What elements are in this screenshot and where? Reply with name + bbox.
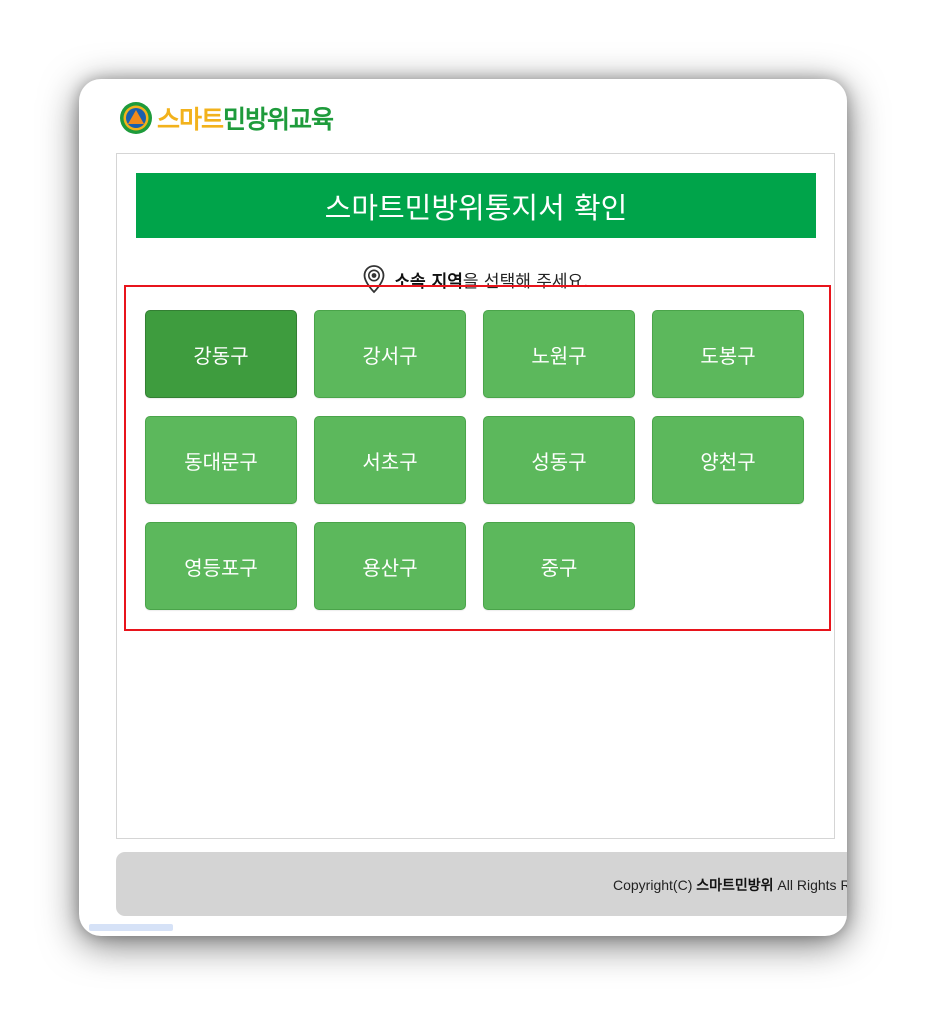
logo-text-part2: 민방위교육 <box>223 105 334 134</box>
district-button-yongsan[interactable]: 용산구 <box>314 522 466 610</box>
district-button-nowon[interactable]: 노원구 <box>483 310 635 398</box>
main-panel: 스마트민방위통지서 확인 소속 지역 을 선택해 주세요. 강동구 강서구 노원구… <box>116 153 835 839</box>
site-logo[interactable]: 스마트민방위교육 <box>119 99 334 137</box>
logo-text-part1: 스마트 <box>157 105 224 134</box>
district-button-yeongdeungpo[interactable]: 영등포구 <box>145 522 297 610</box>
footer: Copyright(C) 스마트민방위 All Rights Reserved. <box>116 852 847 916</box>
district-grid: 강동구 강서구 노원구 도봉구 동대문구 서초구 성동구 양천구 영등포구 용산… <box>145 310 807 610</box>
district-button-dobong[interactable]: 도봉구 <box>652 310 804 398</box>
district-button-gangseo[interactable]: 강서구 <box>314 310 466 398</box>
page-title: 스마트민방위통지서 확인 <box>324 190 628 225</box>
horizontal-scrollbar-thumb[interactable] <box>89 924 173 931</box>
copyright-text: Copyright(C) 스마트민방위 All Rights Reserved. <box>613 875 847 895</box>
map-pin-icon <box>364 265 385 294</box>
app-window: 스마트민방위교육 스마트민방위통지서 확인 소속 지역 을 선택해 주세요. 강동… <box>79 79 847 936</box>
district-button-yangcheon[interactable]: 양천구 <box>652 416 804 504</box>
civil-defense-emblem-icon <box>120 102 152 134</box>
district-button-junggu[interactable]: 중구 <box>483 522 635 610</box>
prompt-text: 을 선택해 주세요. <box>462 271 589 292</box>
region-prompt: 소속 지역 을 선택해 주세요. <box>117 264 834 294</box>
copyright-prefix: Copyright(C) <box>613 877 697 893</box>
copyright-suffix: All Rights Reserved. <box>777 877 847 893</box>
district-button-seongdong[interactable]: 성동구 <box>483 416 635 504</box>
title-banner: 스마트민방위통지서 확인 <box>136 173 816 238</box>
district-button-dongdaemun[interactable]: 동대문구 <box>145 416 297 504</box>
copyright-brand: 스마트민방위 <box>696 877 774 893</box>
district-button-gangdong[interactable]: 강동구 <box>145 310 297 398</box>
prompt-bold-text: 소속 지역 <box>394 271 463 292</box>
logo-text: 스마트민방위교육 <box>157 100 334 136</box>
district-button-seocho[interactable]: 서초구 <box>314 416 466 504</box>
